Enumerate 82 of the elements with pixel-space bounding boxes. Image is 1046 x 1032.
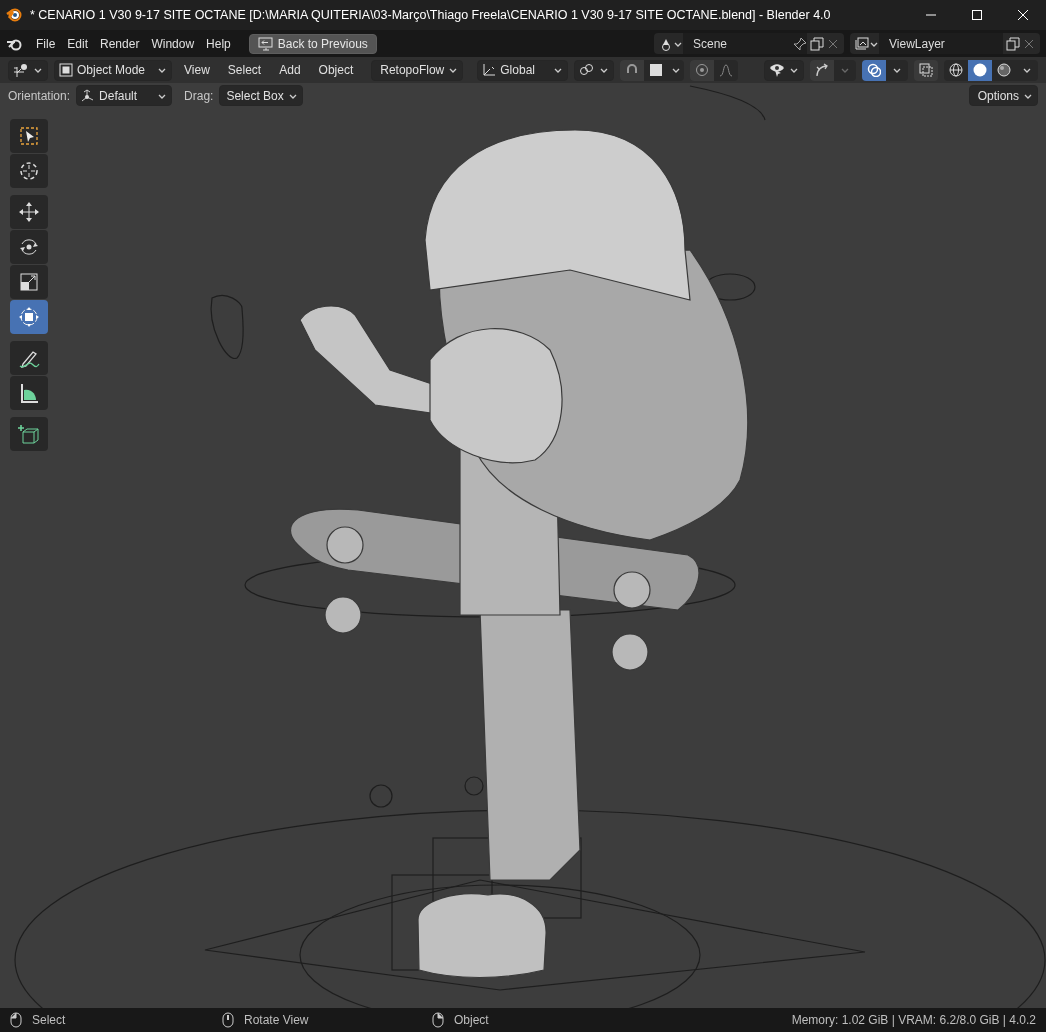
select-box-tool-button[interactable] bbox=[10, 119, 48, 153]
add-cube-tool-button[interactable] bbox=[10, 417, 48, 451]
retopoflow-dropdown[interactable]: RetopoFlow bbox=[371, 59, 464, 81]
circle-outline bbox=[464, 776, 484, 796]
duplicate-icon[interactable] bbox=[810, 36, 824, 51]
back-to-previous-button[interactable]: Back to Previous bbox=[248, 33, 377, 54]
orientation-label: Orientation: bbox=[8, 87, 71, 105]
duplicate-icon[interactable] bbox=[1006, 36, 1020, 51]
proportional-editing-button[interactable] bbox=[689, 59, 714, 81]
drag-label: Drag: bbox=[184, 87, 214, 105]
object-mode-dropdown[interactable]: Object Mode bbox=[54, 59, 173, 81]
rotate-tool-button[interactable] bbox=[10, 230, 48, 264]
status-hint: Select bbox=[32, 1012, 66, 1029]
pivot-axes-icon bbox=[81, 88, 96, 103]
menu-item[interactable]: File bbox=[30, 34, 62, 53]
scale-icon bbox=[18, 271, 40, 293]
status-hint: Object bbox=[454, 1012, 489, 1029]
orientation-dropdown[interactable]: Default bbox=[76, 85, 173, 106]
target-circle-icon bbox=[694, 63, 709, 77]
options-dropdown[interactable]: Options bbox=[968, 85, 1038, 106]
scene-name-field[interactable]: Scene bbox=[683, 33, 793, 54]
pivot-point-dropdown[interactable] bbox=[573, 59, 614, 81]
material-sphere-icon bbox=[997, 63, 1011, 77]
wireframe-sphere-icon bbox=[949, 63, 963, 77]
delete-icon[interactable] bbox=[827, 37, 839, 50]
menu-item[interactable]: Window bbox=[145, 34, 201, 53]
ruler-protractor-icon bbox=[18, 382, 40, 404]
shading-mode-button[interactable] bbox=[968, 59, 992, 81]
menu-item[interactable]: Render bbox=[94, 34, 146, 53]
delete-icon[interactable] bbox=[1023, 37, 1035, 50]
maximize-icon bbox=[972, 10, 982, 20]
transform-icon bbox=[18, 306, 40, 328]
menu-item[interactable]: Select bbox=[221, 61, 268, 79]
mouse-icon bbox=[222, 1012, 234, 1028]
pin-icon[interactable] bbox=[793, 33, 807, 54]
overlapping-squares-icon bbox=[919, 63, 933, 77]
move-arrows-icon bbox=[18, 201, 40, 223]
status-hint: Rotate View bbox=[244, 1012, 309, 1029]
drag-dropdown[interactable]: Select Box bbox=[219, 85, 303, 106]
menu-item[interactable]: View bbox=[178, 61, 216, 79]
add-cube-icon bbox=[18, 423, 40, 445]
memory-stats: Memory: 1.02 GiB | VRAM: 6.2/8.0 GiB | 4.0.2 bbox=[791, 1012, 1036, 1029]
rotate-icon bbox=[18, 236, 40, 258]
menu-item[interactable]: Add bbox=[273, 61, 307, 79]
cursor-tool-button[interactable] bbox=[10, 154, 48, 188]
mouse-icon bbox=[432, 1012, 444, 1028]
gizmo-button[interactable] bbox=[810, 59, 834, 81]
pencil-curve-tool-button[interactable] bbox=[10, 341, 48, 375]
view-layer-icon[interactable] bbox=[855, 36, 869, 51]
cursor-icon bbox=[18, 160, 40, 182]
eye-pointer-icon bbox=[769, 63, 785, 77]
menu-item[interactable]: Object bbox=[312, 61, 360, 79]
solid-sphere-icon bbox=[973, 63, 987, 77]
select-box-icon bbox=[18, 125, 40, 147]
ruler-protractor-tool-button[interactable] bbox=[10, 376, 48, 410]
snap-button[interactable] bbox=[619, 59, 644, 81]
curve-outline bbox=[210, 294, 244, 360]
overlays-toggle[interactable] bbox=[862, 59, 886, 81]
overlapping-circles-icon bbox=[867, 63, 881, 77]
close-icon bbox=[1018, 10, 1028, 20]
linked-circles-icon bbox=[578, 63, 595, 77]
app-logo-icon bbox=[6, 6, 24, 24]
scale-tool-button[interactable] bbox=[10, 265, 48, 299]
xray-toggle[interactable] bbox=[914, 59, 938, 81]
window-title: * CENARIO 1 V30 9-17 SITE OCTANE [D:\MARIA QUITERIA\03-Março\Thiago Freela\CENARIO 1 V30 9-17 SITE OCTANE.blend] - Blender 4.0 bbox=[30, 6, 832, 24]
mouse-icon bbox=[10, 1012, 22, 1028]
monitor-arrow-icon bbox=[257, 36, 273, 51]
move-arrows-tool-button[interactable] bbox=[10, 195, 48, 229]
transform-orientation-dropdown[interactable]: Global bbox=[477, 59, 568, 81]
editor-type-button[interactable] bbox=[8, 59, 48, 81]
transform-tool-button[interactable] bbox=[10, 300, 48, 334]
visibility-dropdown[interactable] bbox=[764, 59, 804, 81]
viewport-icon bbox=[13, 63, 29, 77]
menu-item[interactable]: Help bbox=[200, 34, 237, 53]
square-icon bbox=[648, 63, 663, 77]
object-mode-icon bbox=[59, 63, 73, 77]
menu-item[interactable]: Edit bbox=[61, 34, 95, 53]
circle-outline bbox=[369, 784, 393, 808]
view-layer-field[interactable]: ViewLayer bbox=[879, 33, 1003, 54]
axes-icon bbox=[482, 63, 497, 77]
curved-arrow-icon bbox=[815, 63, 829, 77]
falloff-curve-icon bbox=[718, 63, 733, 77]
